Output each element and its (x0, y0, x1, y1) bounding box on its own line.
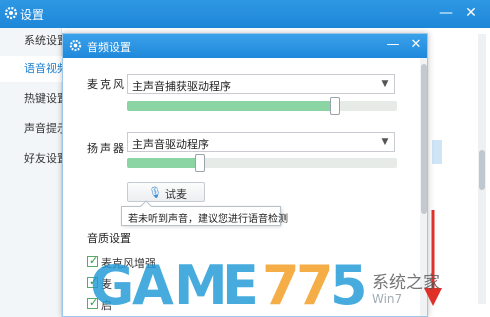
minimize-icon[interactable]: — (385, 37, 401, 53)
watermark-letter: 7 (296, 254, 334, 317)
speaker-label: 扬声器 (87, 142, 126, 155)
sidebar-item-voice-video[interactable]: 语音视频 (0, 56, 62, 82)
quality-section-title: 音质设置 (87, 232, 131, 245)
sidebar-item-hotkeys[interactable]: 热键设置 (0, 86, 62, 112)
outer-window-title: 设置 (20, 8, 45, 22)
outer-highlight-band (432, 140, 442, 164)
dialog-scrollbar-thumb[interactable] (421, 64, 427, 214)
watermark-letter: 5 (330, 254, 368, 317)
voice-check-tooltip: 若未听到声音，建议您进行语音检测 (121, 200, 288, 226)
chevron-down-icon: ▼ (381, 79, 389, 89)
speaker-device-select[interactable]: 主声音驱动程序 ▼ (127, 132, 395, 152)
speaker-volume-thumb[interactable] (195, 154, 205, 172)
watermark-letter: G (90, 254, 135, 317)
outer-titlebar: 设置 — ✕ (0, 0, 490, 28)
close-icon[interactable]: ✕ (462, 4, 480, 22)
chevron-down-icon: ▼ (381, 137, 389, 147)
gear-icon (69, 39, 82, 52)
speaker-device-value: 主声音驱动程序 (132, 138, 209, 151)
watermark-logo: G A M E 7 7 5 系统之家 Win7 (90, 256, 490, 317)
microphone-volume-thumb[interactable] (330, 97, 340, 115)
watermark-letter: 7 (262, 254, 300, 317)
watermark-site-name: 系统之家 (372, 273, 440, 293)
test-microphone-button[interactable]: 🎙 试麦 (127, 182, 205, 202)
settings-sidebar: 系统设置 语音视频 热键设置 声音提示 好友设置 (0, 28, 62, 317)
microphone-volume-fill (127, 101, 335, 111)
watermark-letter: A (132, 254, 174, 317)
speaker-volume-slider[interactable] (127, 158, 397, 168)
dialog-title: 音频设置 (87, 41, 131, 54)
watermark-letter: E (222, 254, 259, 317)
speaker-volume-fill (127, 158, 200, 168)
watermark-letter: M (174, 254, 228, 317)
test-microphone-label: 试麦 (165, 188, 187, 201)
tooltip-text: 若未听到声音，建议您进行语音检测 (128, 214, 288, 225)
microphone-icon: 🎙 (148, 186, 162, 199)
microphone-device-value: 主声音捕获驱动程序 (132, 80, 231, 93)
microphone-volume-slider[interactable] (127, 101, 397, 111)
watermark-subtext: Win7 (372, 292, 403, 306)
outer-scrollbar-thumb[interactable] (479, 150, 485, 190)
microphone-label: 麦克风 (87, 78, 126, 91)
microphone-device-select[interactable]: 主声音捕获驱动程序 ▼ (127, 74, 395, 94)
dialog-titlebar: 音频设置 — ✕ (63, 34, 427, 58)
gear-icon (4, 6, 18, 20)
close-icon[interactable]: ✕ (408, 37, 424, 53)
sidebar-item-sound-alerts[interactable]: 声音提示 (0, 116, 62, 142)
minimize-icon[interactable]: — (437, 4, 455, 22)
sidebar-item-friends[interactable]: 好友设置 (0, 146, 62, 172)
sidebar-item-system[interactable]: 系统设置 (0, 28, 62, 54)
